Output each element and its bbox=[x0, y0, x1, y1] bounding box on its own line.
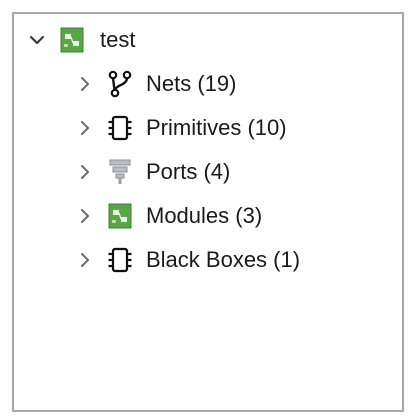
primitive-chip-icon bbox=[106, 113, 134, 143]
net-fork-icon bbox=[106, 69, 134, 99]
tree-node-label: Ports (4) bbox=[146, 159, 231, 184]
tree-node-label: Black Boxes (1) bbox=[146, 247, 301, 272]
tree-node-label: Modules (3) bbox=[146, 203, 263, 228]
netlist-tree-panel: test Nets (19) Primitives (10) Ports (4)… bbox=[12, 12, 404, 412]
chevron-right-icon[interactable] bbox=[74, 205, 96, 227]
tree-node-label: Nets (19) bbox=[146, 71, 237, 96]
tree-node-ports[interactable]: Ports (4) bbox=[74, 150, 230, 194]
module-chip-icon bbox=[106, 201, 134, 231]
tree-node-test[interactable]: test bbox=[26, 18, 135, 62]
tree-node-nets[interactable]: Nets (19) bbox=[74, 62, 236, 106]
chevron-right-icon[interactable] bbox=[74, 161, 96, 183]
black-box-chip-icon bbox=[106, 245, 134, 275]
tree-node-black-boxes[interactable]: Black Boxes (1) bbox=[74, 238, 300, 282]
tree-node-primitives[interactable]: Primitives (10) bbox=[74, 106, 287, 150]
tree-node-label: Primitives (10) bbox=[146, 115, 287, 140]
module-chip-icon bbox=[58, 25, 86, 55]
tree-node-label: test bbox=[100, 27, 136, 52]
tree-node-modules[interactable]: Modules (3) bbox=[74, 194, 262, 238]
chevron-down-icon[interactable] bbox=[26, 29, 48, 51]
port-funnel-icon bbox=[106, 157, 134, 187]
chevron-right-icon[interactable] bbox=[74, 249, 96, 271]
chevron-right-icon[interactable] bbox=[74, 73, 96, 95]
chevron-right-icon[interactable] bbox=[74, 117, 96, 139]
